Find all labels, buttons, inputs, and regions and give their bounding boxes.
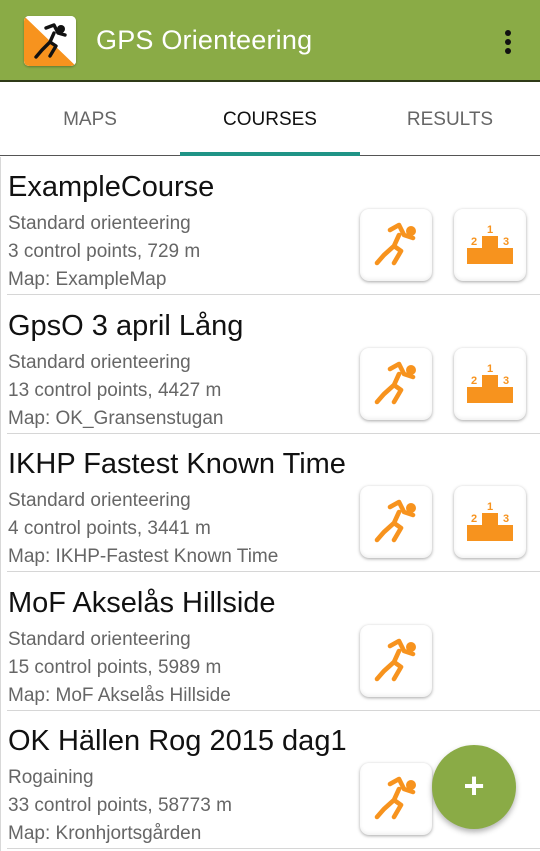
course-details: 13 control points, 4427 m	[8, 379, 222, 401]
add-course-button[interactable]: +	[432, 745, 516, 829]
tab-bar: MAPS COURSES RESULTS	[0, 84, 540, 156]
course-title: IKHP Fastest Known Time	[8, 448, 346, 480]
course-title: OK Hällen Rog 2015 dag1	[8, 725, 347, 757]
add-icon: +	[463, 765, 485, 806]
svg-text:2: 2	[471, 513, 477, 525]
tab-indicator	[180, 152, 360, 156]
course-map: Map: OK_Gransenstugan	[8, 407, 224, 429]
svg-text:1: 1	[487, 501, 493, 513]
course-details: 3 control points, 729 m	[8, 241, 201, 262]
more-vert-icon[interactable]	[496, 22, 520, 62]
run-course-button[interactable]	[360, 347, 432, 420]
svg-text:3: 3	[503, 513, 509, 525]
course-details: 4 control points, 3441 m	[8, 518, 211, 539]
course-row[interactable]: GpsO 3 april Lång Standard orienteering …	[1, 296, 540, 434]
svg-text:2: 2	[471, 236, 477, 248]
app-bar: GPS Orienteering	[0, 0, 540, 82]
course-row[interactable]: MoF Akselås Hillside Standard orienteeri…	[1, 573, 540, 711]
svg-text:1: 1	[487, 224, 493, 236]
course-type: Rogaining	[8, 767, 94, 788]
course-results-button[interactable]: 1 2 3	[454, 486, 526, 558]
course-type: Standard orienteering	[8, 628, 191, 650]
course-map: Map: Kronhjortsgården	[8, 823, 202, 844]
course-type: Standard orienteering	[8, 490, 191, 511]
svg-text:3: 3	[503, 375, 509, 387]
svg-text:2: 2	[471, 375, 477, 387]
course-map: Map: IKHP-Fastest Known Time	[8, 546, 279, 567]
course-type: Standard orienteering	[8, 213, 191, 234]
app-logo-icon	[24, 16, 76, 66]
row-divider	[7, 848, 540, 849]
course-title: MoF Akselås Hillside	[8, 586, 276, 619]
course-type: Standard orienteering	[8, 351, 191, 373]
course-row[interactable]: ExampleCourse Standard orienteering 3 co…	[1, 157, 540, 295]
course-title: ExampleCourse	[8, 171, 215, 203]
run-course-button[interactable]	[360, 763, 432, 835]
tab-results[interactable]: RESULTS	[360, 84, 540, 156]
course-map: Map: MoF Akselås Hillside	[8, 684, 231, 706]
course-results-button[interactable]: 1 2 3	[454, 209, 526, 281]
course-row[interactable]: IKHP Fastest Known Time Standard oriente…	[1, 434, 540, 572]
course-title: GpsO 3 april Lång	[8, 309, 244, 342]
svg-text:3: 3	[503, 236, 509, 248]
tab-maps[interactable]: MAPS	[0, 84, 180, 156]
app-title: GPS Orienteering	[96, 25, 313, 55]
run-course-button[interactable]	[360, 209, 432, 281]
course-results-button[interactable]: 1 2 3	[454, 347, 526, 420]
course-details: 15 control points, 5989 m	[8, 656, 222, 678]
svg-text:1: 1	[487, 363, 493, 375]
course-details: 33 control points, 58773 m	[8, 795, 232, 816]
course-map: Map: ExampleMap	[8, 269, 167, 290]
tab-courses[interactable]: COURSES	[180, 84, 360, 156]
run-course-button[interactable]	[360, 486, 432, 558]
run-course-button[interactable]	[360, 624, 432, 697]
